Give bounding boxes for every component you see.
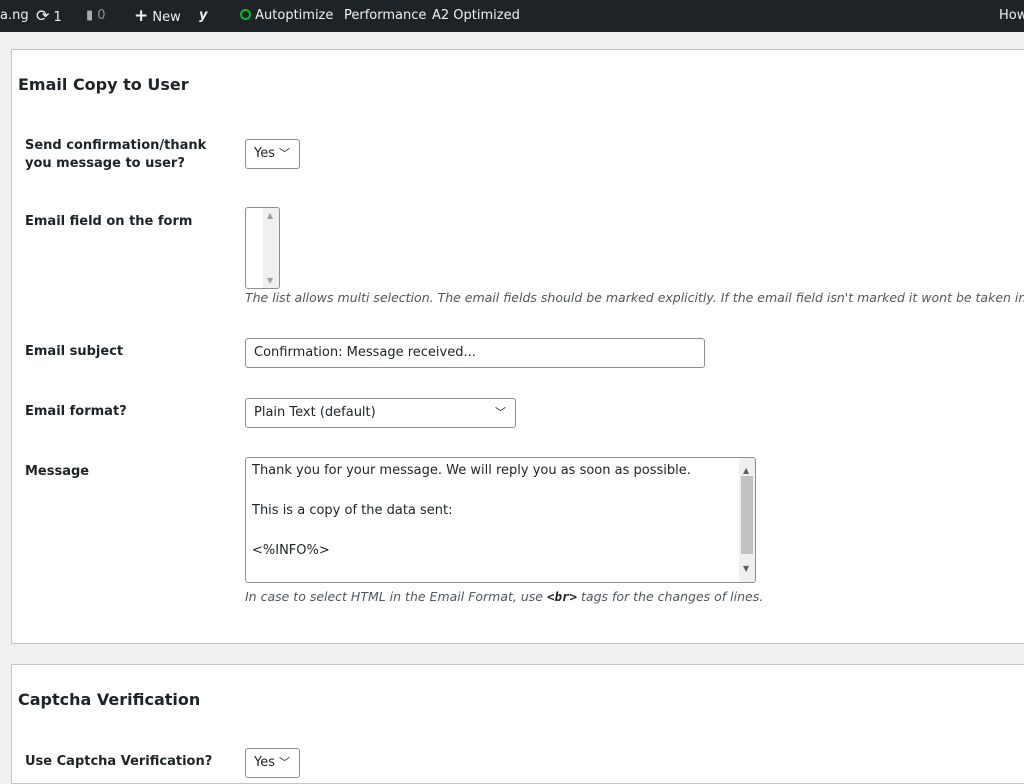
- email-subject-label: Email subject: [25, 344, 124, 359]
- yoast-icon[interactable]: y: [199, 0, 207, 32]
- autoptimize-label: Autoptimize: [255, 8, 334, 23]
- comments-link[interactable]: ▮ 0: [86, 0, 106, 32]
- email-subject-input[interactable]: Confirmation: Message received...: [245, 338, 705, 368]
- selected-value: Yes: [254, 146, 275, 161]
- use-captcha-label: Use Captcha Verification?: [25, 754, 213, 769]
- updates-count: 1: [53, 10, 62, 25]
- plus-icon: +: [134, 6, 149, 26]
- email-field-label: Email field on the form: [25, 214, 193, 229]
- chevron-down-icon: ﹀: [279, 147, 290, 160]
- message-line: This is a copy of the data sent:: [252, 503, 453, 518]
- email-format-select[interactable]: Plain Text (default) ﹀: [245, 398, 516, 428]
- email-copy-panel: Email Copy to User Send confirmation/tha…: [11, 49, 1024, 644]
- performance-menu[interactable]: Performance: [344, 0, 426, 32]
- message-description: In case to select HTML in the Email Form…: [245, 589, 763, 604]
- howdy-menu[interactable]: How: [999, 0, 1024, 32]
- send-confirmation-label: Send confirmation/thank you message to u…: [25, 138, 207, 171]
- autoptimize-menu[interactable]: Autoptimize: [240, 0, 333, 32]
- message-line: <%INFO%>: [252, 543, 330, 558]
- a2-optimized-menu[interactable]: A2 Optimized: [432, 0, 520, 32]
- desc-text: tags for the changes of lines.: [577, 589, 764, 604]
- site-name-link[interactable]: a.ng: [0, 0, 29, 32]
- new-content-link[interactable]: + New: [134, 0, 181, 32]
- updates-icon: ⟳: [36, 6, 50, 25]
- selected-value: Plain Text (default): [254, 405, 376, 420]
- status-circle-icon: [240, 9, 251, 20]
- email-field-listbox[interactable]: ▲ ▼: [245, 207, 280, 289]
- scrollbar-thumb[interactable]: [741, 476, 753, 554]
- message-textarea[interactable]: Thank you for your message. We will repl…: [245, 457, 756, 583]
- comments-count: 0: [97, 8, 106, 23]
- message-line: Thank you for your message. We will repl…: [252, 463, 691, 478]
- captcha-panel: Captcha Verification Use Captcha Verific…: [11, 664, 1024, 784]
- message-line: [252, 521, 749, 541]
- message-line: [252, 481, 749, 501]
- admin-bar: a.ng ⟳ 1 ▮ 0 + New y Autoptimize Perform…: [0, 0, 1024, 32]
- chevron-down-icon: ﹀: [495, 406, 506, 419]
- send-confirmation-select[interactable]: Yes ﹀: [245, 139, 300, 169]
- message-label: Message: [25, 464, 90, 479]
- desc-code: <br>: [546, 589, 578, 604]
- updates-link[interactable]: ⟳ 1: [36, 0, 62, 32]
- section-title: Captcha Verification: [18, 690, 201, 709]
- email-field-description: The list allows multi selection. The ema…: [245, 290, 1024, 305]
- section-title: Email Copy to User: [18, 75, 189, 94]
- email-format-label: Email format?: [25, 404, 127, 419]
- desc-text: In case to select HTML in the Email Form…: [245, 589, 547, 604]
- use-captcha-select[interactable]: Yes ﹀: [245, 748, 300, 778]
- comment-icon: ▮: [86, 8, 94, 23]
- new-label: New: [152, 10, 181, 25]
- scrollbar[interactable]: ▲ ▼: [739, 458, 755, 582]
- scrollbar[interactable]: ▲ ▼: [263, 208, 279, 288]
- chevron-down-icon: ﹀: [279, 756, 290, 769]
